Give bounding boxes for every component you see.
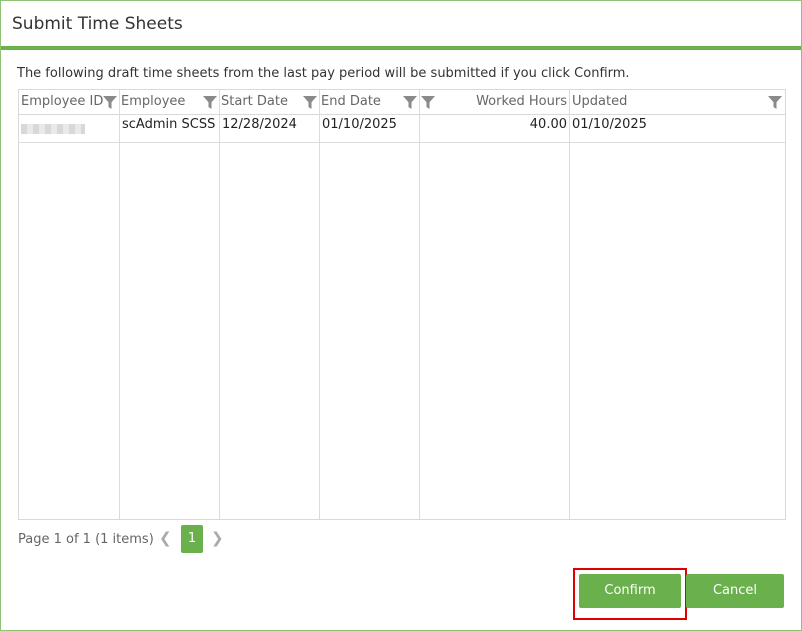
- column-header-end-date[interactable]: End Date: [321, 90, 381, 114]
- column-divider: [569, 90, 570, 519]
- cell-employee-id: [19, 117, 119, 137]
- row-divider: [19, 142, 785, 143]
- pager-summary: Page 1 of 1 (1 items): [18, 532, 154, 547]
- cancel-button[interactable]: Cancel: [686, 574, 784, 608]
- cell-start-date: 12/28/2024: [222, 117, 297, 132]
- column-header-employee[interactable]: Employee: [121, 90, 185, 114]
- column-header-updated[interactable]: Updated: [572, 90, 627, 114]
- dialog-titlebar: Submit Time Sheets: [1, 1, 801, 50]
- cell-end-date: 01/10/2025: [322, 117, 397, 132]
- chevron-right-icon[interactable]: ❯: [211, 529, 224, 547]
- dialog-title: Submit Time Sheets: [12, 14, 183, 34]
- column-divider: [219, 90, 220, 519]
- column-divider: [319, 90, 320, 519]
- cell-employee: scAdmin SCSS: [122, 117, 216, 132]
- redacted-employee-id: [21, 124, 85, 134]
- time-sheets-grid: Employee ID Employee Start Date End Date…: [18, 89, 786, 520]
- chevron-left-icon[interactable]: ❮: [159, 529, 172, 547]
- page-number-button[interactable]: 1: [181, 525, 203, 553]
- confirm-button[interactable]: Confirm: [579, 574, 681, 608]
- column-header-worked-hours[interactable]: Worked Hours: [439, 90, 567, 114]
- column-header-employee-id[interactable]: Employee ID: [21, 90, 103, 114]
- column-divider: [119, 90, 120, 519]
- column-header-start-date[interactable]: Start Date: [221, 90, 288, 114]
- column-divider: [419, 90, 420, 519]
- cell-worked-hours: 40.00: [529, 117, 567, 132]
- submit-time-sheets-dialog: Submit Time Sheets The following draft t…: [0, 0, 802, 631]
- intro-text: The following draft time sheets from the…: [17, 66, 630, 81]
- grid-pager: Page 1 of 1 (1 items) ❮ 1 ❯: [18, 525, 318, 555]
- cell-updated: 01/10/2025: [572, 117, 647, 132]
